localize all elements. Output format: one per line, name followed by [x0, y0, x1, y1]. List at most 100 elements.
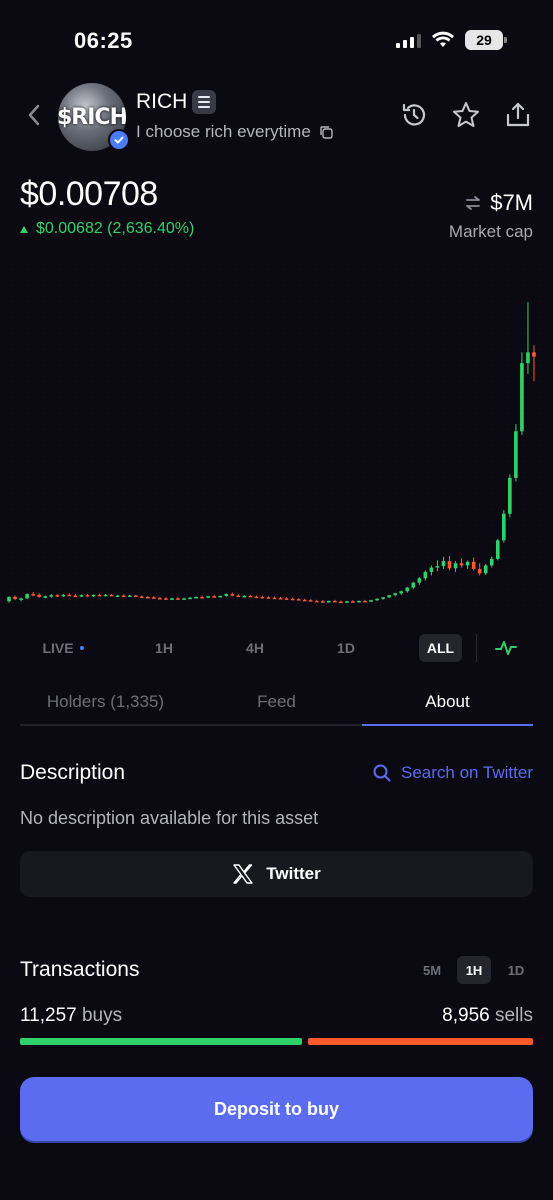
candle [502, 510, 506, 543]
token-tagline: I choose rich everytime [136, 122, 333, 142]
tab-holders[interactable]: Holders (1,335) [20, 688, 191, 724]
up-arrow-icon [20, 225, 28, 233]
candle-body [49, 595, 54, 597]
candle [333, 599, 337, 603]
candle-body [514, 431, 518, 478]
candle-body [381, 597, 385, 599]
candle [242, 595, 247, 598]
timeframe-all[interactable]: ALL [419, 634, 462, 662]
candle-body [526, 352, 530, 364]
candle-body [266, 597, 271, 599]
candle-body [158, 598, 162, 600]
candle [278, 596, 283, 600]
candle [357, 600, 361, 603]
swap-icon [466, 196, 481, 210]
candle [441, 556, 446, 569]
candle [224, 593, 229, 597]
candle [495, 538, 500, 561]
candle-body [109, 594, 114, 597]
back-button[interactable] [22, 100, 46, 130]
candle [532, 345, 536, 382]
timeframe-selector: LIVE 1H 4H 1D ALL [0, 634, 553, 664]
price-change-text: $0.00682 (2,636.40%) [36, 220, 195, 237]
market-cap[interactable]: $7M Market cap [449, 190, 533, 242]
candle-body [182, 598, 186, 600]
candle-body [502, 513, 506, 541]
candle [121, 594, 126, 598]
line-chart-icon [495, 641, 517, 655]
chart-type-button[interactable] [490, 634, 522, 662]
candle [459, 558, 464, 568]
avatar-logo-text: $RICH [58, 104, 126, 130]
candle [296, 598, 301, 601]
candle-body [339, 601, 343, 604]
candle-body [327, 600, 331, 603]
candle-body [145, 596, 150, 599]
timeframe-1d[interactable]: 1D [326, 634, 366, 662]
timeframe-1h[interactable]: 1H [144, 634, 184, 662]
timeframe-divider [476, 634, 477, 662]
twitter-button[interactable]: Twitter [20, 851, 533, 897]
candle [55, 594, 60, 597]
candle-body [302, 599, 307, 602]
candle-body [495, 540, 500, 559]
candle [170, 597, 174, 600]
candle-body [254, 596, 259, 599]
tab-about[interactable]: About [362, 688, 533, 726]
candle [284, 597, 289, 600]
candle [194, 596, 198, 599]
candle-body [532, 352, 536, 357]
x-logo-icon [233, 864, 253, 884]
candle [31, 591, 35, 597]
battery-indicator: 29 [465, 30, 507, 50]
candle-body [399, 591, 404, 594]
deposit-to-buy-button[interactable]: Deposit to buy [20, 1077, 533, 1141]
candle [471, 557, 476, 571]
market-cap-label: Market cap [448, 222, 533, 241]
wifi-icon [432, 31, 454, 47]
history-button[interactable] [399, 100, 429, 130]
candle-body [477, 568, 482, 574]
candle-body [13, 596, 17, 600]
token-name: RICH [136, 90, 188, 113]
live-dot-icon [79, 646, 84, 650]
candle [375, 598, 379, 601]
candle-body [345, 601, 349, 603]
timeframe-4h[interactable]: 4H [235, 634, 275, 662]
candle-body [465, 561, 470, 566]
favorite-button[interactable] [451, 100, 481, 130]
search-twitter-link[interactable]: Search on Twitter [373, 763, 533, 783]
copy-icon[interactable] [319, 125, 333, 139]
candle [520, 352, 524, 435]
candle [37, 593, 41, 598]
candle-body [471, 561, 476, 569]
tab-feed[interactable]: Feed [191, 688, 362, 724]
tx-timeframe-5m[interactable]: 5M [415, 956, 449, 984]
candle-body [242, 595, 247, 598]
tx-timeframe-1h[interactable]: 1H [457, 956, 491, 984]
candle-body [417, 578, 422, 583]
candle [254, 595, 259, 599]
candle [230, 592, 235, 597]
candle-body [429, 567, 434, 572]
candle [260, 595, 265, 599]
candle [109, 594, 114, 597]
candle [514, 424, 518, 482]
tx-timeframe-1d[interactable]: 1D [499, 956, 533, 984]
candle [73, 594, 78, 598]
candle [369, 599, 373, 602]
candle-body [333, 600, 337, 603]
share-button[interactable] [503, 100, 533, 130]
candle [314, 599, 319, 603]
timeframe-live[interactable]: LIVE [38, 634, 88, 662]
candle-body [188, 597, 192, 600]
search-twitter-label: Search on Twitter [401, 763, 533, 782]
price-change: $0.00682 (2,636.40%) [20, 220, 194, 238]
chart-grid [12, 269, 541, 606]
candle-body [363, 600, 367, 603]
signal-icon [396, 32, 421, 48]
back-icon [28, 104, 40, 126]
price-chart[interactable] [0, 255, 553, 615]
candle-body [79, 595, 84, 597]
candle-body [357, 600, 361, 603]
